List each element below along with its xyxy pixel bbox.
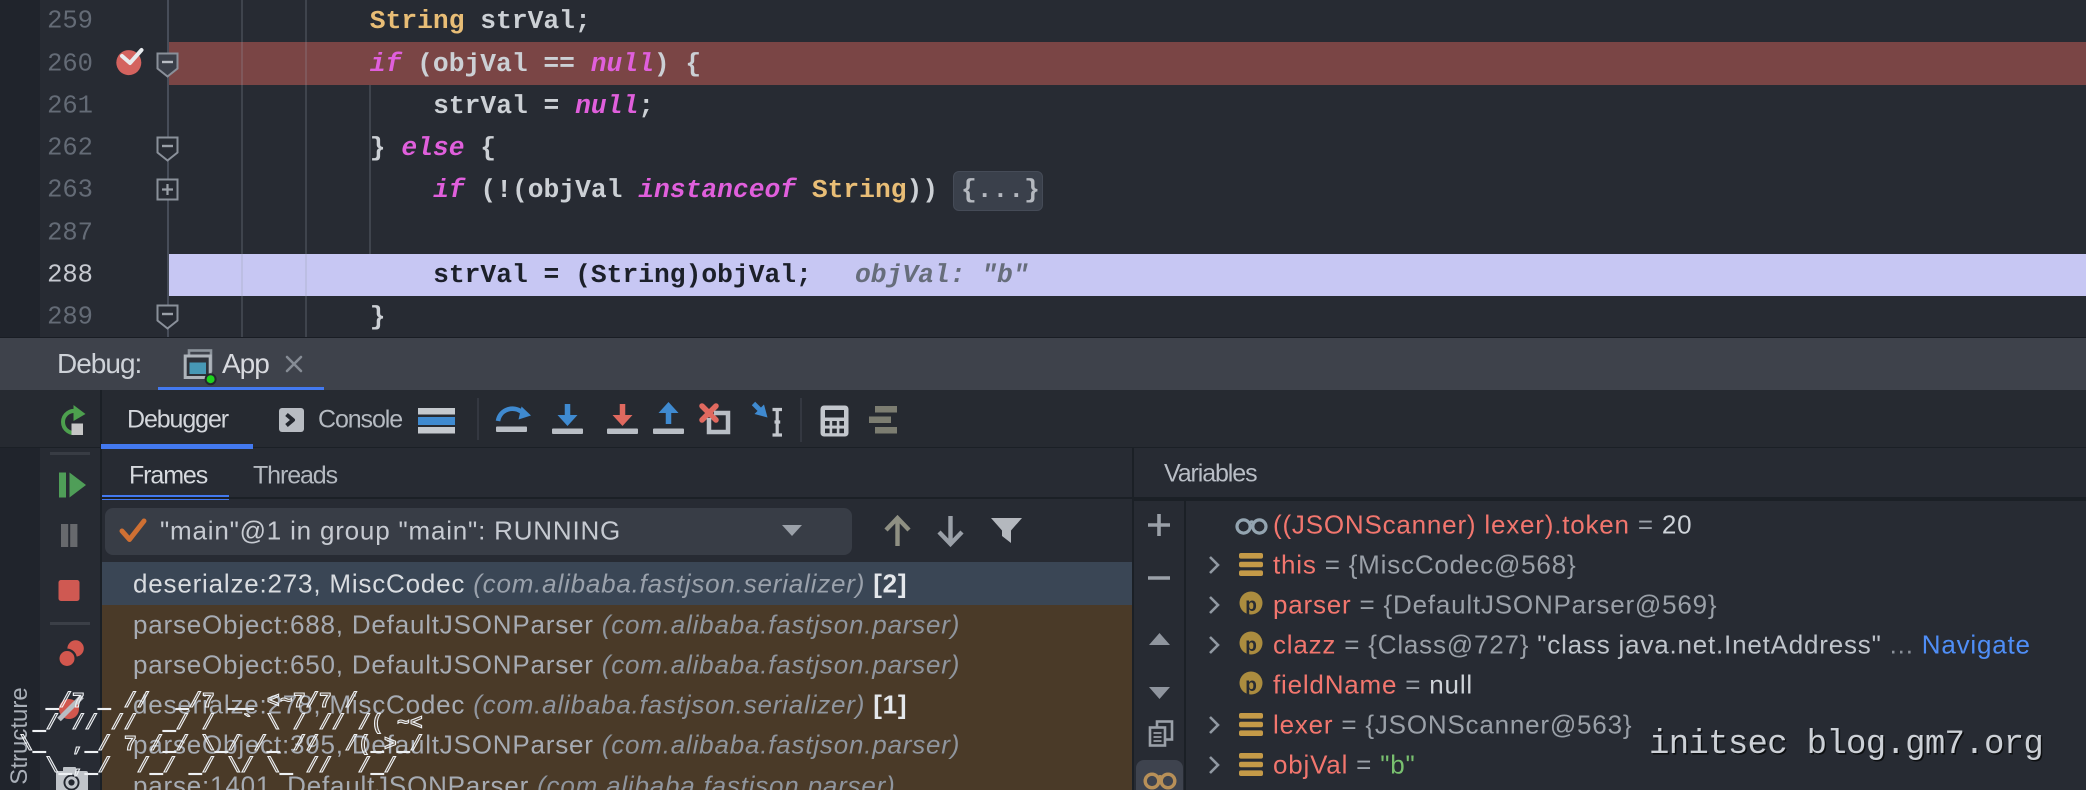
svg-text:p: p	[1245, 675, 1257, 696]
svg-text:p: p	[1245, 635, 1257, 656]
svg-text:p: p	[1245, 595, 1257, 616]
